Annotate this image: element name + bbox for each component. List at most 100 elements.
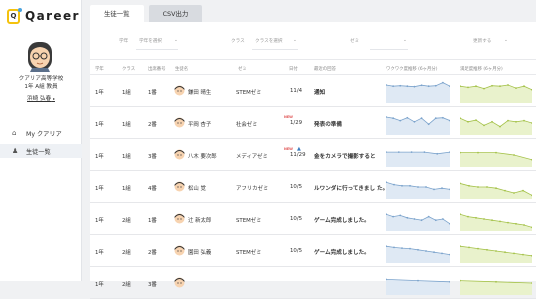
cell-student-name: 辻 新太郎 [188,218,212,224]
cell-grade: 1年 [95,250,104,256]
sparkline-point [406,85,409,88]
sparkline-point [392,85,395,88]
sparkline-point [399,119,402,122]
sparkline-point [513,154,515,156]
sparkline-point [523,119,525,122]
filter-bar: 学年 学年を選択 ⌄ クラス クラスを選択 ⌄ ゼミ ⌄ 更新する ⌄ [90,34,536,50]
satisfaction-trend-sparkline [460,245,532,263]
sparkline-point [495,280,497,283]
table-row[interactable]: 1年 1組 3番 八木 要次郎 メディアゼミ 11/29 NEW 金をカメラで撮影すると ▲ [90,140,536,171]
cell-grade: 1年 [95,218,104,224]
sparkline-point [393,183,395,186]
sparkline-point [409,184,411,187]
sparkline-point [441,252,443,255]
student-avatar-icon [174,213,185,224]
sparkline-point [441,218,444,220]
sparkline-point [475,85,477,88]
table-row[interactable]: 1年 1組 4番 松山 覚 アフリカゼミ 10/5 ルワンダに行ってきまし た。 [90,172,536,203]
sparkline-point [410,151,413,154]
sparkline-point [499,125,501,128]
col-waku-trend: ワクワク度推移 (6ヶ月分) [386,67,438,72]
tab-bar: 生徒一覧 CSV出力 [90,5,207,22]
sparkline-point [495,250,497,252]
cell-latest-answer: ルワンダに行ってきまし た。 [314,186,389,192]
student-avatar-icon [174,277,185,288]
waku-trend-sparkline [386,213,450,231]
grade-select-chevron-icon[interactable]: ⌄ [174,38,178,43]
student-avatar-icon [174,85,185,96]
cell-seminar: STEMゼミ [236,250,262,256]
cell-date: 11/4 [290,88,303,94]
nav-item-my-qualia[interactable]: ⌂ My クアリア [0,126,82,140]
sparkline-point [507,84,509,86]
class-select-chevron-icon[interactable]: ⌄ [293,38,297,43]
sparkline-point [427,123,430,126]
cell-number: 3番 [148,154,157,160]
grade-select[interactable]: 学年を選択 [139,38,162,44]
sparkline-point [441,81,444,84]
update-button[interactable]: 更新する [473,38,491,44]
cell-grade: 1年 [95,282,104,288]
cell-number: 2番 [148,122,157,128]
sparkline-point [425,186,427,188]
sparkline-point [399,214,402,217]
nav-label: 生徒一覧 [26,148,51,156]
sparkline-point [491,219,493,222]
cell-date: 1/29 [290,120,303,126]
class-info: 1年 A組 教員 [24,84,58,90]
tab-csv-export[interactable]: CSV出力 [148,5,203,22]
sparkline-point [513,192,515,194]
cell-class: 2組 [122,250,131,256]
class-filter-label: クラス [231,39,245,44]
table-row[interactable]: 1年 2組 3番 [90,268,536,299]
cell-grade: 1年 [95,186,104,192]
sparkline-point [413,218,416,220]
cell-latest-answer: 発表の準備 [314,122,342,128]
update-chevron-icon[interactable]: ⌄ [504,38,508,43]
class-select[interactable]: クラスを選択 [255,38,282,44]
sparkline-point [401,184,403,187]
cell-class: 2組 [122,218,131,224]
cell-grade: 1年 [95,90,104,96]
sparkline-area [460,85,532,103]
table-row[interactable]: 1年 2組 2番 園田 弘義 STEMゼミ 10/5 ゲーム完成しました。 [90,236,536,267]
table-row[interactable]: 1年 2組 1番 辻 新太郎 STEMゼミ 10/5 ゲーム完成しました。 [90,204,536,235]
sparkline-area [386,246,450,263]
nav-item-student-list[interactable]: ♟ 生徒一覧 [0,144,82,158]
cell-latest-answer: ゲーム完成しました。 [314,250,370,256]
teacher-name-arrow-icon: ▸ [52,96,55,101]
satisfaction-trend-sparkline [460,151,532,167]
sparkline-area [460,152,532,167]
sparkline-point [392,117,395,120]
sparkline-area [386,214,450,231]
person-icon: ♟ [12,147,19,155]
app-logo[interactable]: Q Qareer [7,7,80,24]
seminar-select-chevron-icon[interactable]: ⌄ [403,38,407,43]
col-seminar: ゼミ [238,67,247,72]
tab-student-list[interactable]: 生徒一覧 [90,5,144,22]
cell-seminar: STEMゼミ [236,218,262,224]
sparkline-point [392,215,395,218]
waku-trend-sparkline [386,278,450,295]
table-row[interactable]: 1年 1組 1番 鎌田 晴生 STEMゼミ 11/4 通知 [90,76,536,107]
cell-latest-answer: 通知 [314,90,326,96]
cell-student-name: 平岡 杏子 [188,122,212,128]
seminar-filter-label: ゼミ [350,39,360,44]
sparkline-point [397,151,400,154]
cell-student-name: 園田 弘義 [188,250,212,256]
cell-class: 1組 [122,154,131,160]
sparkline-point [417,186,419,188]
teacher-name-link[interactable]: 浜崎 弘春 ▸ [0,95,82,103]
cell-number: 2番 [148,250,157,256]
sparkline-point [483,124,485,127]
table-row[interactable]: 1年 1組 2番 平岡 杏子 社会ゼミ 1/29 NEW 発表の準備 [90,108,536,139]
sidebar: Q Qareer クアリア高等学校 1年 A組 教員 浜崎 弘春 ▸ ⌂ My … [0,0,82,281]
cell-class: 1組 [122,90,131,96]
graduation-cap-icon: ▲ [297,146,301,152]
table-header: 学年 クラス 出席番号 生徒名 ゼミ 日付 最近の回答 ワクワク度推移 (6ヶ月… [90,59,536,75]
sparkline-point [441,187,443,190]
waku-trend-sparkline [386,181,450,199]
sparkline-point [427,85,430,88]
sparkline-point [523,85,525,88]
sparkline-point [434,84,437,87]
